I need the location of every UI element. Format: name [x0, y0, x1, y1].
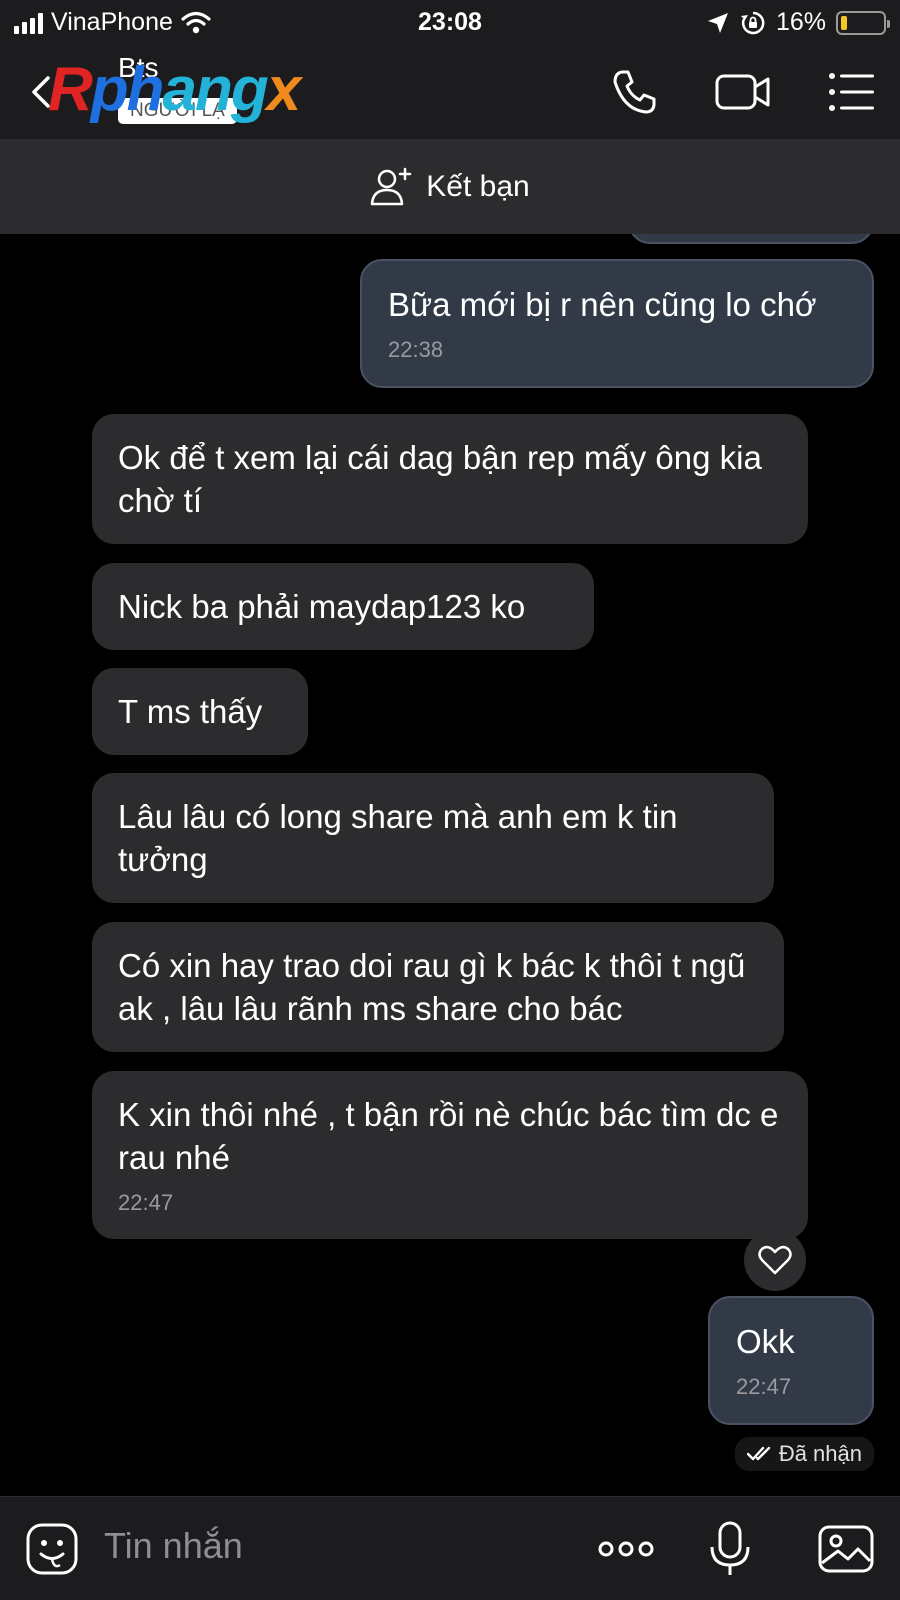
- image-icon[interactable]: [816, 1519, 876, 1579]
- add-friend-label: Kết bạn: [426, 170, 530, 203]
- message-bubble-partial: [628, 234, 874, 244]
- composer-bar: Tin nhắn: [0, 1496, 900, 1600]
- message-time: 22:38: [388, 337, 444, 362]
- message-bubble-incoming[interactable]: Lâu lâu có long share mà anh em k tin tư…: [92, 773, 774, 903]
- message-bubble-outgoing[interactable]: Okk 22:47: [708, 1296, 874, 1425]
- double-check-icon: [746, 1446, 771, 1461]
- location-icon: [707, 12, 728, 33]
- microphone-icon[interactable]: [700, 1519, 760, 1579]
- message-text: Ok để t xem lại cái dag bận rep mấy ông …: [118, 439, 762, 519]
- delivery-status: Đã nhận: [734, 1437, 874, 1471]
- more-icon[interactable]: [596, 1519, 656, 1579]
- delivery-status-label: Đã nhận: [778, 1441, 862, 1466]
- watermark-logo: Rphangx: [48, 55, 301, 124]
- message-bubble-outgoing[interactable]: Bữa mới bị r nên cũng lo chớ 22:38: [360, 259, 874, 388]
- battery-percent: 16%: [775, 8, 826, 36]
- rotation-lock-icon: [740, 11, 765, 34]
- message-bubble-incoming[interactable]: T ms thấy: [92, 668, 308, 755]
- message-time: 22:47: [736, 1374, 792, 1399]
- battery-icon: [836, 10, 890, 35]
- message-list[interactable]: Bữa mới bị r nên cũng lo chớ 22:38 Ok để…: [0, 234, 900, 1496]
- message-bubble-incoming[interactable]: Có xin hay trao doi rau gì k bác k thôi …: [92, 922, 784, 1052]
- react-heart-button[interactable]: [744, 1229, 806, 1291]
- message-text: Okk: [736, 1323, 795, 1360]
- message-text: Có xin hay trao doi rau gì k bác k thôi …: [118, 947, 746, 1027]
- message-text: Nick ba phải maydap123 ko: [118, 588, 526, 625]
- phone-icon[interactable]: [608, 66, 660, 118]
- chat-header: Bts NGƯỜI LẠ Rphangx: [0, 46, 900, 140]
- battery-fill: [841, 15, 847, 30]
- message-input[interactable]: Tin nhắn: [104, 1525, 243, 1567]
- message-text: Bữa mới bị r nên cũng lo chớ: [388, 286, 817, 323]
- message-text: Lâu lâu có long share mà anh em k tin tư…: [118, 798, 678, 878]
- status-right: 16%: [706, 8, 890, 37]
- video-call-icon[interactable]: [714, 66, 772, 118]
- status-bar: VinaPhone 23:08 16%: [0, 0, 900, 46]
- add-friend-icon: [371, 167, 412, 206]
- message-time: 22:47: [118, 1190, 174, 1215]
- message-text: K xin thôi nhé , t bận rồi nè chúc bác t…: [118, 1096, 779, 1176]
- heart-icon: [758, 1245, 792, 1275]
- message-bubble-incoming[interactable]: K xin thôi nhé , t bận rồi nè chúc bác t…: [92, 1071, 808, 1239]
- menu-icon[interactable]: [826, 66, 878, 118]
- emoji-icon[interactable]: [22, 1519, 82, 1579]
- add-friend-button[interactable]: Kết bạn: [0, 140, 900, 234]
- message-bubble-incoming[interactable]: Nick ba phải maydap123 ko: [92, 563, 594, 650]
- message-text: T ms thấy: [118, 693, 263, 730]
- message-bubble-incoming[interactable]: Ok để t xem lại cái dag bận rep mấy ông …: [92, 414, 808, 544]
